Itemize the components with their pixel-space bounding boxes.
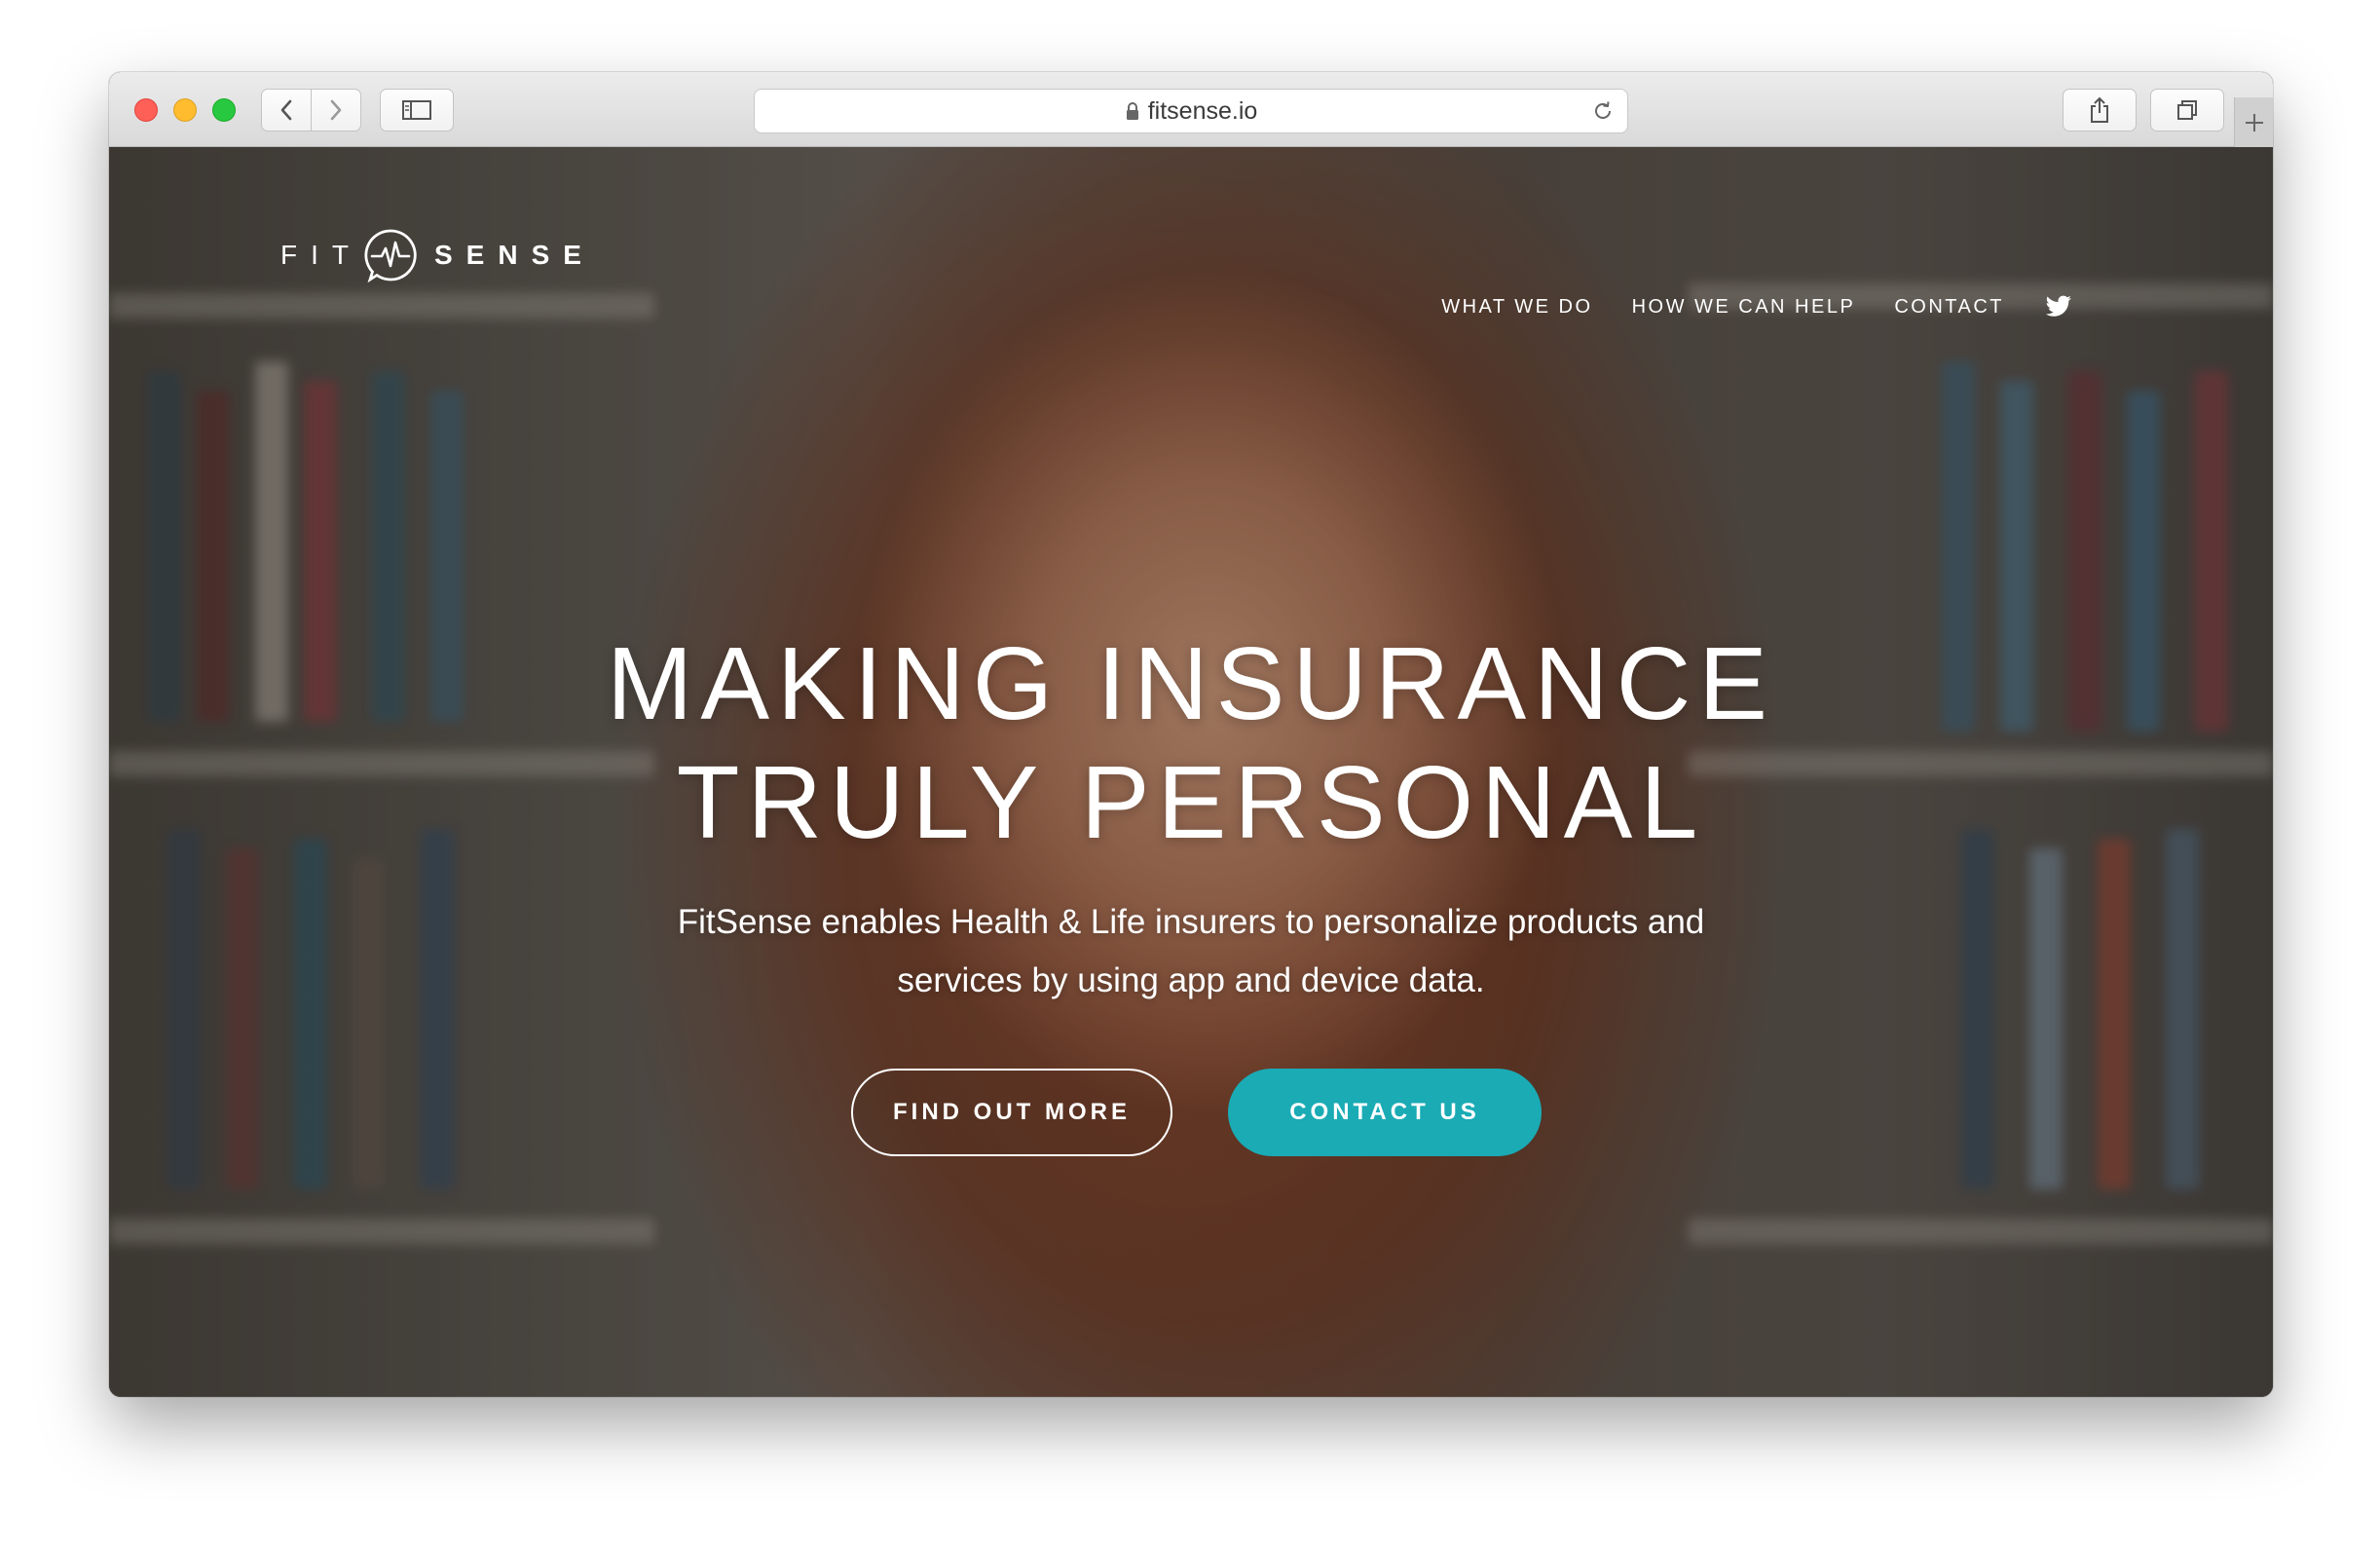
heartbeat-icon [362, 227, 419, 283]
close-window-button[interactable] [134, 98, 158, 122]
subtext-line-1: FitSense enables Health & Life insurers … [677, 903, 1705, 941]
nav-what-we-do[interactable]: WHAT WE DO [1441, 296, 1592, 319]
share-icon [2091, 96, 2108, 123]
chevron-left-icon [280, 99, 292, 121]
logo-text-fit: FIT [280, 240, 362, 270]
headline-line-1: MAKING INSURANCE [607, 626, 1775, 741]
logo-text-sense: SENSE [434, 240, 595, 270]
sidebar-icon [402, 100, 431, 120]
back-button[interactable] [261, 89, 312, 132]
nav-how-we-can-help[interactable]: HOW WE CAN HELP [1632, 296, 1856, 319]
headline-line-2: TRULY PERSONAL [676, 745, 1706, 860]
tabs-overview-button[interactable] [2150, 89, 2224, 132]
hero-subtext: FitSense enables Health & Life insurers … [109, 893, 2273, 1010]
fitsense-logo[interactable]: FIT SENSE [280, 227, 595, 283]
browser-window: fitsense.io FIT SENSE WHAT WE DO HOW WE … [109, 72, 2273, 1397]
address-bar[interactable]: fitsense.io [754, 89, 1628, 133]
new-tab-button[interactable] [2234, 97, 2273, 148]
browser-toolbar: fitsense.io [109, 72, 2273, 148]
hero-section: FIT SENSE WHAT WE DO HOW WE CAN HELP CON… [109, 147, 2273, 1397]
lock-icon [1125, 101, 1140, 121]
chevron-right-icon [330, 99, 342, 121]
forward-button[interactable] [311, 89, 361, 132]
minimize-window-button[interactable] [173, 98, 197, 122]
find-out-more-button[interactable]: FIND OUT MORE [851, 1069, 1172, 1156]
main-navigation: WHAT WE DO HOW WE CAN HELP CONTACT [1402, 295, 2072, 319]
tabs-overview-icon [2177, 100, 2197, 120]
sidebar-button[interactable] [380, 89, 454, 132]
reload-icon[interactable] [1590, 98, 1616, 124]
subtext-line-2: services by using app and device data. [897, 961, 1485, 999]
plus-icon [2246, 114, 2263, 132]
nav-contact[interactable]: CONTACT [1894, 296, 2004, 319]
share-button[interactable] [2063, 89, 2137, 132]
url-text: fitsense.io [1147, 96, 1258, 125]
twitter-icon[interactable] [2045, 295, 2072, 319]
contact-us-button[interactable]: CONTACT US [1228, 1069, 1542, 1156]
zoom-window-button[interactable] [212, 98, 236, 122]
hero-headline: MAKING INSURANCE TRULY PERSONAL [109, 624, 2273, 862]
